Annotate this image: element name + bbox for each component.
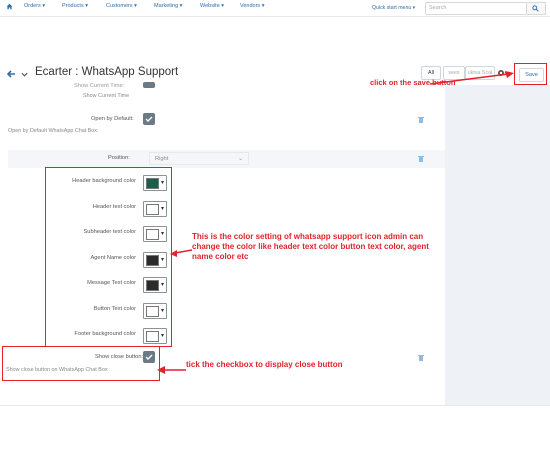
position-row: Position: Right ⌄	[8, 150, 445, 168]
home-icon[interactable]	[6, 3, 13, 10]
nav-customers[interactable]: Customers ▾	[106, 3, 137, 9]
trash-icon[interactable]	[418, 116, 424, 123]
position-select-value: Right	[155, 156, 169, 162]
right-sidebar	[445, 85, 550, 405]
search-placeholder: Search	[429, 5, 447, 11]
search-icon	[532, 5, 539, 12]
search-input[interactable]: Search	[425, 2, 527, 15]
top-navigation: Orders ▾ Products ▾ Customers ▾ Marketin…	[0, 0, 550, 17]
nav-vendors[interactable]: Vendors ▾	[240, 3, 264, 9]
page-title: Ecarter : WhatsApp Support	[35, 66, 179, 78]
annotation-arrow-colors	[170, 249, 193, 257]
checkmark-icon	[145, 116, 153, 122]
nav-website[interactable]: Website ▾	[200, 3, 224, 9]
annotation-colors: This is the color setting of whatsapp su…	[192, 232, 429, 261]
show-current-time-label: Show Current Time:	[74, 83, 125, 89]
search-button[interactable]	[527, 2, 546, 15]
footer-divider	[0, 405, 550, 406]
open-default-sublabel: Open by Default WhatsApp Chat Box	[8, 128, 97, 134]
chevron-down-icon[interactable]	[20, 69, 29, 79]
nav-orders[interactable]: Orders ▾	[24, 3, 45, 9]
show-current-time-checkbox[interactable]	[143, 82, 155, 88]
annotation-arrow-save	[429, 71, 514, 85]
chevron-down-icon: ⌄	[237, 156, 243, 162]
nav-products[interactable]: Products ▾	[62, 3, 88, 9]
open-default-label: Open by Default:	[91, 116, 134, 122]
trash-icon[interactable]	[418, 155, 424, 162]
save-highlight-box	[514, 63, 547, 85]
position-label: Position:	[108, 155, 130, 161]
quick-start-menu-button[interactable]: Quick start menu ▾	[372, 3, 415, 13]
position-select[interactable]: Right ⌄	[149, 152, 249, 165]
annotation-close: tick the checkbox to display close butto…	[186, 360, 343, 369]
nav-marketing[interactable]: Marketing ▾	[154, 3, 182, 9]
show-current-time-sublabel: Show Current Time	[83, 93, 130, 99]
annotation-arrow-close	[157, 366, 186, 374]
back-arrow-icon[interactable]	[6, 69, 16, 79]
close-button-highlight-box	[2, 346, 160, 381]
open-default-checkbox[interactable]	[143, 113, 155, 125]
trash-icon[interactable]	[418, 354, 424, 361]
colors-highlight-box	[45, 167, 172, 347]
